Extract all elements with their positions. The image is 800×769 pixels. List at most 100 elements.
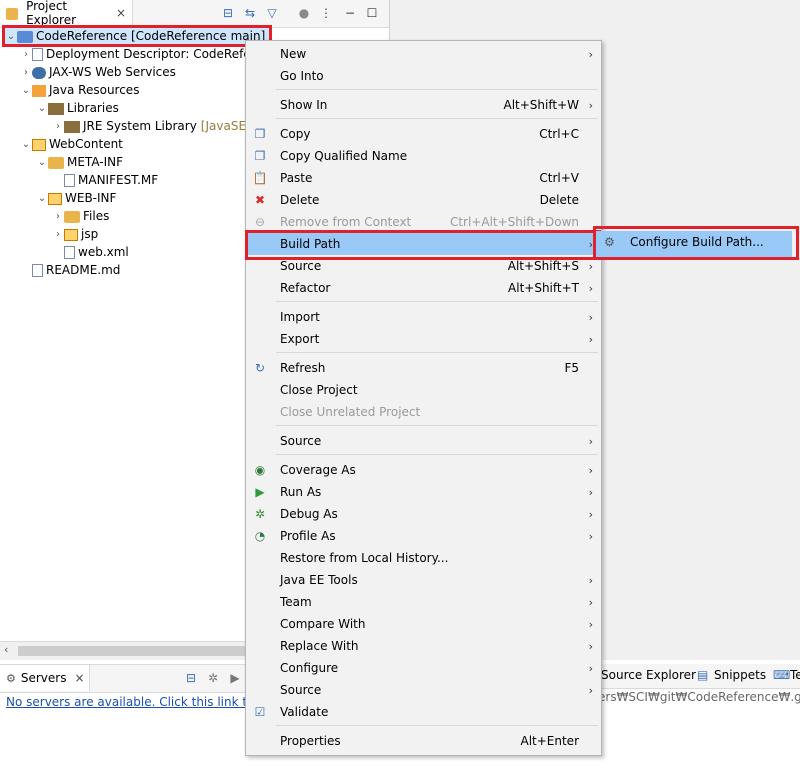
tab-source-explorer[interactable]: Source Explorer [601,668,696,682]
menu-item-refresh[interactable]: ↻ Refresh F5 [246,357,601,379]
scroll-left-icon[interactable]: ‹ [4,643,8,656]
xml-file-icon [64,245,75,259]
menu-item-show-in[interactable]: Show In Alt+Shift+W › [246,94,601,116]
tree-item-label: WEB-INF [65,191,117,205]
menu-item-coverage-as[interactable]: ◉ Coverage As › [246,459,601,481]
menu-separator [276,425,598,426]
collapse-chevron-icon[interactable]: ⌄ [20,85,32,96]
menu-item-label: Delete [280,193,320,207]
collapse-chevron-icon[interactable]: ⌄ [36,193,48,204]
menu-item-debug-as[interactable]: ✲ Debug As › [246,503,601,525]
menu-item-delete[interactable]: ✖ Delete Delete [246,189,601,211]
menu-item-copy[interactable]: ❐ Copy Ctrl+C [246,123,601,145]
tree-item[interactable]: › JAX-WS Web Services [20,63,176,81]
menu-item-label: Coverage As [280,463,356,477]
paste-icon: 📋 [252,171,268,185]
menu-item-compare-with[interactable]: Compare With › [246,613,601,635]
profile-icon: ◔ [254,529,266,543]
tree-item[interactable]: › Deployment Descriptor: CodeRefer [20,45,256,63]
expand-chevron-icon[interactable]: › [20,49,32,60]
tab-snippets[interactable]: Snippets [714,668,766,682]
view-menu-icon[interactable]: ⋮ [318,5,334,21]
tree-item[interactable]: web.xml [52,243,129,261]
close-icon[interactable]: × [116,6,126,20]
collapse-chevron-icon[interactable]: ⌄ [36,103,48,114]
menu-item-label: Refactor [280,281,331,295]
collapse-icon[interactable]: ⊟ [183,670,199,686]
menu-item-validate[interactable]: ☑ Validate [246,701,601,723]
menu-item-configure[interactable]: Configure › [246,657,601,679]
menu-item-shortcut: Alt+Shift+S [507,259,579,273]
debug-server-icon[interactable]: ✲ [205,670,221,686]
menu-item-refactor[interactable]: Refactor Alt+Shift+T › [246,277,601,299]
tree-item[interactable]: › Files [52,207,109,225]
collapse-chevron-icon[interactable]: ⌄ [5,31,17,42]
maximize-icon[interactable]: ☐ [364,5,380,21]
menu-item-import[interactable]: Import › [246,306,601,328]
menu-item-profile-as[interactable]: ◔ Profile As › [246,525,601,547]
validate-check-icon: ☑ [254,705,266,719]
submenu-arrow-icon: › [588,617,593,631]
submenu-arrow-icon: › [588,434,593,448]
copy-icon: ❐ [254,127,266,141]
menu-item-new[interactable]: New › [246,43,601,65]
expand-chevron-icon[interactable]: › [20,67,32,78]
configure-build-path-label: Configure Build Path... [630,235,764,249]
expand-chevron-icon[interactable]: › [52,121,64,132]
configure-build-path-item[interactable]: ⚙ Configure Build Path... [596,231,792,257]
menu-item-properties[interactable]: Properties Alt+Enter [246,730,601,752]
tree-item-label: Libraries [67,101,119,115]
tree-item[interactable]: ⌄ Libraries [36,99,119,117]
tree-item[interactable]: ⌄ META-INF [36,153,123,171]
menu-item-replace-with[interactable]: Replace With › [246,635,601,657]
menu-item-source[interactable]: Source › [246,430,601,452]
tab-terminal[interactable]: Te [790,668,800,682]
tree-item-label: JRE System Library [83,119,197,133]
menu-item-shortcut: Alt+Shift+W [503,98,580,112]
submenu-arrow-icon: › [588,529,593,543]
start-server-icon[interactable]: ▶ [227,670,243,686]
menu-item-close-project[interactable]: Close Project [246,379,601,401]
menu-item-java-ee-tools[interactable]: Java EE Tools › [246,569,601,591]
remove-context-icon: ⊖ [254,215,266,229]
tree-item[interactable]: ⌄ Java Resources [20,81,139,99]
collapse-chevron-icon[interactable]: ⌄ [20,139,32,150]
tree-item-project-root[interactable]: ⌄ CodeReference [CodeReference main] [2,25,273,47]
submenu-arrow-icon: › [588,310,593,324]
link-with-editor-icon[interactable]: ⇆ [242,5,258,21]
menu-item-team[interactable]: Team › [246,591,601,613]
folder-icon [64,211,80,223]
tab-servers[interactable]: ⚙ Servers × [0,665,90,691]
expand-chevron-icon[interactable]: › [52,229,64,240]
close-icon[interactable]: × [74,671,84,685]
tree-item[interactable]: ⌄ WEB-INF [36,189,116,207]
expand-chevron-icon[interactable]: › [52,211,64,222]
tree-item[interactable]: › JRE System Library [JavaSE-1 [52,117,258,135]
menu-item-go-into[interactable]: Go Into [246,65,601,87]
menu-item-restore-from-local-history[interactable]: Restore from Local History... [246,547,601,569]
explorer-tab-bar: Project Explorer × ⊟ ⇆ ▽ ● ⋮ − ☐ [0,0,389,28]
filter-icon[interactable]: ▽ [264,5,280,21]
tree-item[interactable]: ⌄ WebContent [20,135,123,153]
minimize-icon[interactable]: − [342,5,358,21]
tree-item[interactable]: MANIFEST.MF [52,171,158,189]
menu-item-paste[interactable]: 📋 Paste Ctrl+V [246,167,601,189]
menu-item-run-as[interactable]: ▶ Run As › [246,481,601,503]
web-folder-icon [64,229,78,241]
focus-icon[interactable]: ● [296,5,312,21]
collapse-chevron-icon[interactable]: ⌄ [36,157,48,168]
menu-item-label: Configure [280,661,339,675]
refresh-icon: ↻ [254,361,266,375]
menu-item-source[interactable]: Source › [246,679,601,701]
submenu-arrow-icon: › [588,595,593,609]
menu-item-copy-qualified-name[interactable]: ❐ Copy Qualified Name [246,145,601,167]
menu-item-label: Export [280,332,320,346]
collapse-all-icon[interactable]: ⊟ [220,5,236,21]
menu-separator [276,118,598,119]
no-servers-link[interactable]: No servers are available. Click this lin… [6,695,277,709]
jar-icon [64,121,80,133]
tab-project-explorer[interactable]: Project Explorer × [0,0,133,27]
menu-item-export[interactable]: Export › [246,328,601,350]
tree-item[interactable]: › jsp [52,225,98,243]
tree-item[interactable]: README.md [20,261,120,279]
